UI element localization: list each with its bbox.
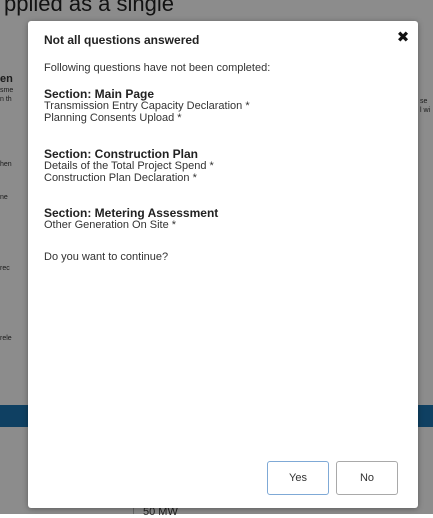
incomplete-questions-dialog: Not all questions answered ✖ Following q… bbox=[28, 21, 418, 508]
no-button[interactable]: No bbox=[336, 461, 398, 495]
missing-question-item: Construction Plan Declaration * bbox=[44, 172, 197, 184]
section-title: Section: Main Page bbox=[44, 87, 155, 101]
section-main-page: Section: Main Page Transmission Entry Ca… bbox=[44, 88, 250, 124]
continue-question: Do you want to continue? bbox=[44, 251, 169, 263]
missing-question-item: Other Generation On Site * bbox=[44, 219, 177, 231]
section-title: Section: Construction Plan bbox=[44, 147, 199, 161]
close-icon[interactable]: ✖ bbox=[396, 30, 410, 46]
missing-question-item: Transmission Entry Capacity Declaration … bbox=[44, 100, 250, 112]
section-title: Section: Metering Assessment bbox=[44, 206, 219, 220]
yes-button[interactable]: Yes bbox=[267, 461, 329, 495]
missing-question-item: Details of the Total Project Spend * bbox=[44, 160, 214, 172]
section-construction-plan: Section: Construction Plan Details of th… bbox=[44, 148, 214, 184]
section-metering-assessment: Section: Metering Assessment Other Gener… bbox=[44, 207, 218, 231]
dialog-intro: Following questions have not been comple… bbox=[44, 62, 271, 74]
missing-question-item: Planning Consents Upload * bbox=[44, 112, 182, 124]
dialog-title: Not all questions answered bbox=[44, 33, 200, 47]
